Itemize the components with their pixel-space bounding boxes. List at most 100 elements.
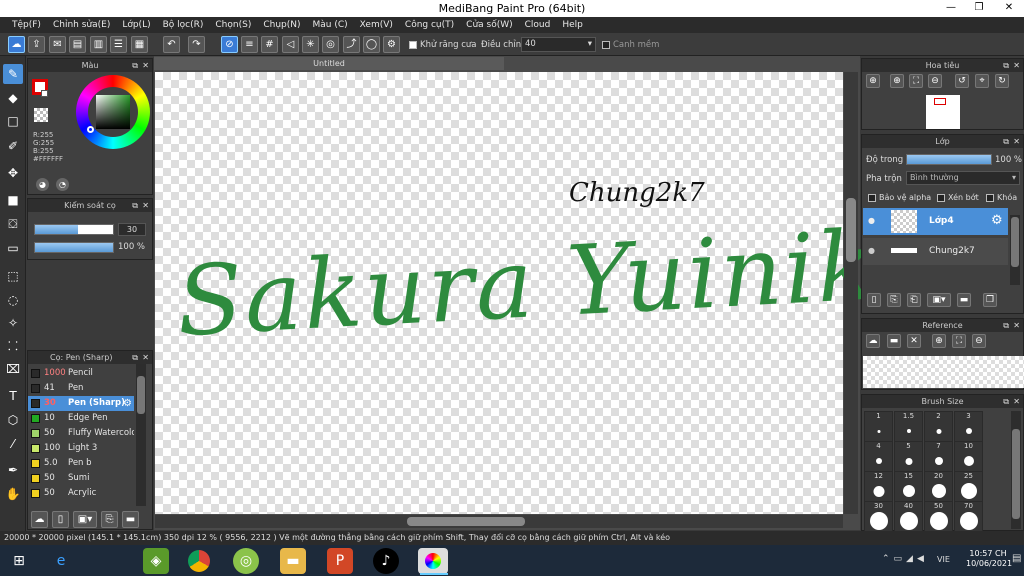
reset-rotate-icon[interactable]: ⌖ bbox=[975, 74, 989, 88]
brush-size-cell[interactable]: 40 bbox=[894, 501, 923, 533]
clock[interactable]: 10:57 CH 10/06/2021 bbox=[966, 549, 1012, 569]
brush-size-cell[interactable]: 15 bbox=[894, 471, 923, 503]
cloud-icon[interactable]: ☁ bbox=[8, 36, 25, 53]
maximize-button[interactable]: ❐ bbox=[964, 0, 994, 17]
perspective-snap-icon[interactable]: ◁ bbox=[282, 36, 299, 53]
close-icon[interactable]: ✕ bbox=[1013, 135, 1020, 148]
app-icon[interactable]: ◎ bbox=[233, 548, 259, 574]
new-layer-icon[interactable]: ▯ bbox=[867, 293, 881, 307]
menu-snap[interactable]: Chụp(N) bbox=[257, 20, 306, 30]
brush-size-cell[interactable]: 4 bbox=[864, 441, 893, 473]
brush-size-cell[interactable]: 2 bbox=[924, 411, 953, 443]
document-tab[interactable]: Untitled bbox=[154, 57, 504, 70]
brush-list-scrollbar[interactable] bbox=[136, 364, 146, 506]
opacity-slider[interactable] bbox=[34, 242, 114, 253]
zoom-in-icon[interactable]: ⊕ bbox=[866, 74, 880, 88]
no-snap-icon[interactable]: ⊘ bbox=[221, 36, 238, 53]
blend-mode-dropdown[interactable]: Bình thường ▾ bbox=[906, 171, 1020, 185]
eraser-tool-icon[interactable]: ◆ bbox=[3, 88, 23, 108]
menu-tools[interactable]: Công cụ(T) bbox=[399, 20, 460, 30]
divide-tool-icon[interactable]: ⁄ bbox=[3, 434, 23, 454]
popout-icon[interactable]: ⧉ bbox=[132, 59, 138, 72]
circle-snap-icon[interactable]: ◯ bbox=[363, 36, 380, 53]
navigator-preview[interactable] bbox=[926, 95, 960, 129]
popout-icon[interactable]: ⧉ bbox=[1003, 135, 1009, 148]
fit-icon[interactable]: ⛶ bbox=[909, 74, 923, 88]
eyedropper-tool-icon[interactable]: ✒ bbox=[3, 460, 23, 480]
brush-size-cell[interactable]: 1 bbox=[864, 411, 893, 443]
menu-view[interactable]: Xem(V) bbox=[354, 20, 399, 30]
curve-snap-icon[interactable]: ⤴ bbox=[343, 36, 360, 53]
saturation-square[interactable] bbox=[96, 95, 130, 129]
reference-fit-icon[interactable]: ⛶ bbox=[952, 334, 966, 348]
brush-item[interactable]: 50 Sumi bbox=[28, 471, 134, 486]
brush-size-cell[interactable]: 50 bbox=[924, 501, 953, 533]
eye-icon[interactable]: ● bbox=[868, 246, 875, 255]
menu-window[interactable]: Cửa số(W) bbox=[460, 20, 518, 30]
close-button[interactable]: ✕ bbox=[994, 0, 1024, 17]
select-pen-icon[interactable]: ⸬ bbox=[3, 336, 23, 356]
tiktok-icon[interactable]: ♪ bbox=[373, 548, 399, 574]
internet-explorer-icon[interactable]: e bbox=[48, 548, 74, 574]
palette-icon[interactable]: ◕ bbox=[36, 178, 49, 191]
add-layer-icon[interactable]: ▣▾ bbox=[927, 293, 951, 307]
minimize-button[interactable]: — bbox=[936, 0, 966, 17]
menu-cloud[interactable]: Cloud bbox=[519, 20, 557, 30]
folder-icon[interactable]: ▬ bbox=[957, 293, 971, 307]
close-icon[interactable]: ✕ bbox=[1013, 319, 1020, 332]
brush-size-cell[interactable]: 12 bbox=[864, 471, 893, 503]
brush-size-cell[interactable]: 5 bbox=[894, 441, 923, 473]
zoom-in-small-icon[interactable]: ⊕ bbox=[890, 74, 904, 88]
menu-edit[interactable]: Chỉnh sửa(E) bbox=[47, 20, 116, 30]
menu-help[interactable]: Help bbox=[556, 20, 589, 30]
bluestacks-icon[interactable]: ◈ bbox=[143, 548, 169, 574]
notification-icon[interactable]: ▤ bbox=[1012, 553, 1021, 564]
menu-layer[interactable]: Lớp(L) bbox=[116, 20, 156, 30]
windows-start-icon[interactable]: ⊞ bbox=[6, 548, 32, 574]
gradient-tool-icon[interactable]: ▭ bbox=[3, 238, 23, 258]
edge-soft-checkbox[interactable] bbox=[602, 40, 610, 49]
brush-item[interactable]: 1000 Pencil bbox=[28, 366, 134, 381]
brush-size-cell[interactable]: 3 bbox=[954, 411, 983, 443]
magic-wand-icon[interactable]: ✧ bbox=[3, 313, 23, 333]
folder-icon[interactable]: ▬ bbox=[122, 511, 139, 528]
close-icon[interactable]: ✕ bbox=[1013, 59, 1020, 72]
parallel-snap-icon[interactable]: ≡ bbox=[241, 36, 258, 53]
medibang-taskbar-icon[interactable] bbox=[418, 548, 448, 574]
close-icon[interactable]: ✕ bbox=[142, 351, 149, 364]
brush-item[interactable]: 5.0 Pen b bbox=[28, 456, 134, 471]
document-icon[interactable]: ▥ bbox=[90, 36, 107, 53]
brush-size-scrollbar[interactable] bbox=[1011, 411, 1021, 529]
palette-add-icon[interactable]: ◔ bbox=[56, 178, 69, 191]
add-brush-icon[interactable]: ▣▾ bbox=[73, 511, 97, 528]
brush-size-cell[interactable]: 30 bbox=[864, 501, 893, 533]
reference-zoom-out-icon[interactable]: ⊖ bbox=[972, 334, 986, 348]
brush-size-cell[interactable]: 1.5 bbox=[894, 411, 923, 443]
brush-size-cell[interactable]: 70 bbox=[954, 501, 983, 533]
dot-tool-icon[interactable]: ✐ bbox=[3, 136, 23, 156]
menu-file[interactable]: Tệp(F) bbox=[6, 20, 47, 30]
layer-opacity-slider[interactable] bbox=[906, 154, 992, 165]
close-icon[interactable]: ✕ bbox=[1013, 395, 1020, 408]
move-tool-icon[interactable]: ✥ bbox=[3, 163, 23, 183]
brush-cloud-icon[interactable]: ☁ bbox=[31, 511, 48, 528]
clipping-checkbox[interactable] bbox=[937, 193, 945, 202]
message-icon[interactable]: ▤ bbox=[69, 36, 86, 53]
radial-snap-icon[interactable]: ✳ bbox=[302, 36, 319, 53]
transparent-color[interactable] bbox=[34, 108, 48, 122]
size-slider[interactable] bbox=[34, 224, 114, 235]
size-value[interactable]: 30 bbox=[118, 223, 146, 236]
reference-close-icon[interactable]: ✕ bbox=[907, 334, 921, 348]
brush-size-cell[interactable]: 20 bbox=[924, 471, 953, 503]
grid-icon[interactable]: ▦ bbox=[131, 36, 148, 53]
brush-item[interactable]: 50 Acrylic bbox=[28, 486, 134, 501]
correction-dropdown[interactable]: 40 ▾ bbox=[521, 37, 596, 52]
hand-tool-icon[interactable]: ✋ bbox=[3, 484, 23, 504]
lock-checkbox[interactable] bbox=[986, 193, 994, 202]
brush-tool-icon[interactable]: ✎ bbox=[3, 64, 23, 84]
select-eraser-icon[interactable]: ⌧ bbox=[3, 359, 23, 379]
text-tool-icon[interactable]: T bbox=[3, 386, 23, 406]
gear-icon[interactable]: ⚙ bbox=[991, 213, 1003, 228]
brush-item[interactable]: 100 Light 3 bbox=[28, 441, 134, 456]
brush-size-cell[interactable]: 25 bbox=[954, 471, 983, 503]
